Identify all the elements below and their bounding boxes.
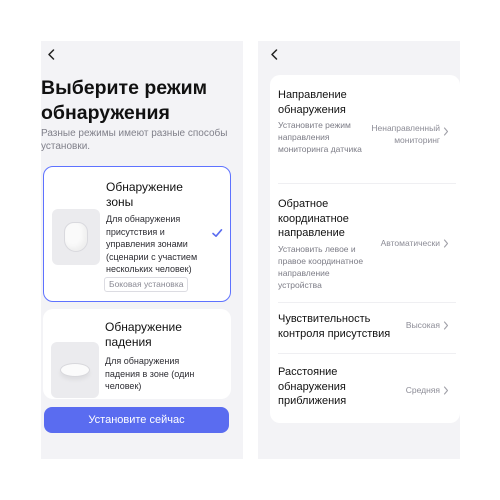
setting-value: Ненаправленный мониторинг [371, 123, 440, 145]
setting-title: Расстояние обнаружения приближения [278, 366, 347, 407]
mode-name: Обнаружение падения [105, 320, 182, 349]
page-subtitle: Разные режимы имеют разные способы устан… [41, 128, 228, 152]
chevron-right-icon [443, 239, 449, 248]
mode-selection-screen: Выберите режим обнаружения Разные режимы… [41, 41, 243, 459]
setting-title: Направление обнаружения [278, 89, 347, 116]
back-arrow-icon[interactable] [44, 47, 58, 61]
setting-detection-direction[interactable]: Направление обнаружения Установите режим… [270, 75, 460, 183]
chevron-right-icon [443, 321, 449, 330]
checkmark-icon [212, 229, 223, 237]
chevron-right-icon [443, 127, 449, 136]
install-now-button[interactable]: Установите сейчас [44, 407, 229, 433]
mode-description: Для обнаружения падения в зоне (один чел… [105, 356, 195, 391]
setting-value: Высокая [405, 320, 440, 330]
settings-screen: Направление обнаружения Установите режим… [258, 41, 460, 459]
back-arrow-icon[interactable] [267, 47, 281, 61]
setting-value: Автоматически [380, 238, 440, 248]
mode-description: Для обнаружения присутствия и управления… [106, 214, 198, 274]
setting-title: Обратное координатное направление [278, 198, 349, 239]
setting-presence-sensitivity[interactable]: Чувствительность контроля присутствия Вы… [270, 303, 460, 353]
mode-card-zone-detection[interactable]: Обнаружение зоны Для обнаружения присутс… [43, 166, 231, 302]
mode-name: Обнаружение зоны [106, 180, 183, 209]
setting-description: Установить левое и правое координатное н… [278, 244, 364, 290]
page-title: Выберите режим обнаружения [41, 77, 208, 124]
zone-sensor-image [52, 209, 100, 265]
mode-card-fall-detection[interactable]: Обнаружение падения Для обнаружения паде… [43, 309, 231, 399]
chevron-right-icon [443, 386, 449, 395]
setting-value: Средняя [405, 385, 440, 395]
fall-sensor-image [51, 342, 99, 398]
mode-tag: Боковая установка [104, 277, 189, 292]
settings-card: Направление обнаружения Установите режим… [270, 75, 460, 423]
setting-approach-distance[interactable]: Расстояние обнаружения приближения Средн… [270, 354, 460, 422]
setting-reverse-coordinate-direction[interactable]: Обратное координатное направление Устано… [270, 184, 460, 302]
